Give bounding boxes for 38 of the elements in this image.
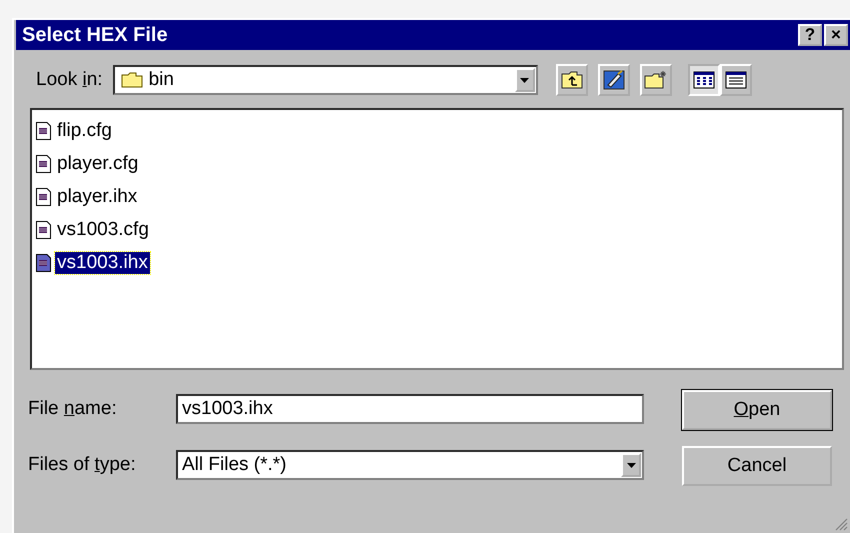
- folder-up-icon: [560, 70, 583, 90]
- new-folder-icon: [644, 70, 668, 90]
- up-button[interactable]: [556, 64, 588, 96]
- details-view-icon: [724, 71, 747, 89]
- file-type-label: Files of type:: [28, 454, 137, 476]
- file-name-label: File name:: [28, 398, 118, 420]
- file-icon: [36, 254, 51, 272]
- details-button[interactable]: [720, 64, 752, 96]
- file-item[interactable]: player.cfg: [36, 147, 838, 180]
- file-item[interactable]: player.ihx: [36, 180, 838, 213]
- new-folder-button[interactable]: [640, 64, 672, 96]
- file-item[interactable]: vs1003.cfg: [36, 213, 838, 246]
- list-button[interactable]: [688, 64, 720, 96]
- file-name: player.cfg: [56, 152, 140, 174]
- resize-grip-icon[interactable]: [834, 517, 848, 531]
- list-view-icon: [692, 71, 715, 89]
- desktop-icon: [602, 70, 625, 90]
- file-icon: [36, 220, 51, 238]
- file-icon: [36, 122, 51, 140]
- look-in-label: Look in:: [36, 69, 103, 91]
- file-name: vs1003.ihx: [55, 252, 150, 274]
- file-name: player.ihx: [56, 186, 138, 208]
- window-title: Select HEX File: [22, 24, 168, 46]
- file-name: flip.cfg: [56, 120, 113, 142]
- file-name-field[interactable]: vs1003.ihx: [176, 394, 644, 424]
- folder-icon: [120, 72, 143, 88]
- help-button[interactable]: ?: [798, 24, 822, 46]
- look-in-dropdown[interactable]: bin: [112, 65, 538, 95]
- cancel-button[interactable]: Cancel: [682, 446, 832, 486]
- file-item[interactable]: vs1003.ihx: [36, 246, 838, 279]
- desktop-button[interactable]: [598, 64, 630, 96]
- close-button[interactable]: ×: [824, 24, 848, 46]
- file-name: vs1003.cfg: [56, 218, 150, 240]
- file-icon: [36, 188, 51, 206]
- file-type-dropdown[interactable]: All Files (*.*): [176, 450, 644, 480]
- file-item[interactable]: flip.cfg: [36, 114, 838, 147]
- open-button[interactable]: Open: [682, 390, 832, 430]
- file-icon: [36, 154, 51, 172]
